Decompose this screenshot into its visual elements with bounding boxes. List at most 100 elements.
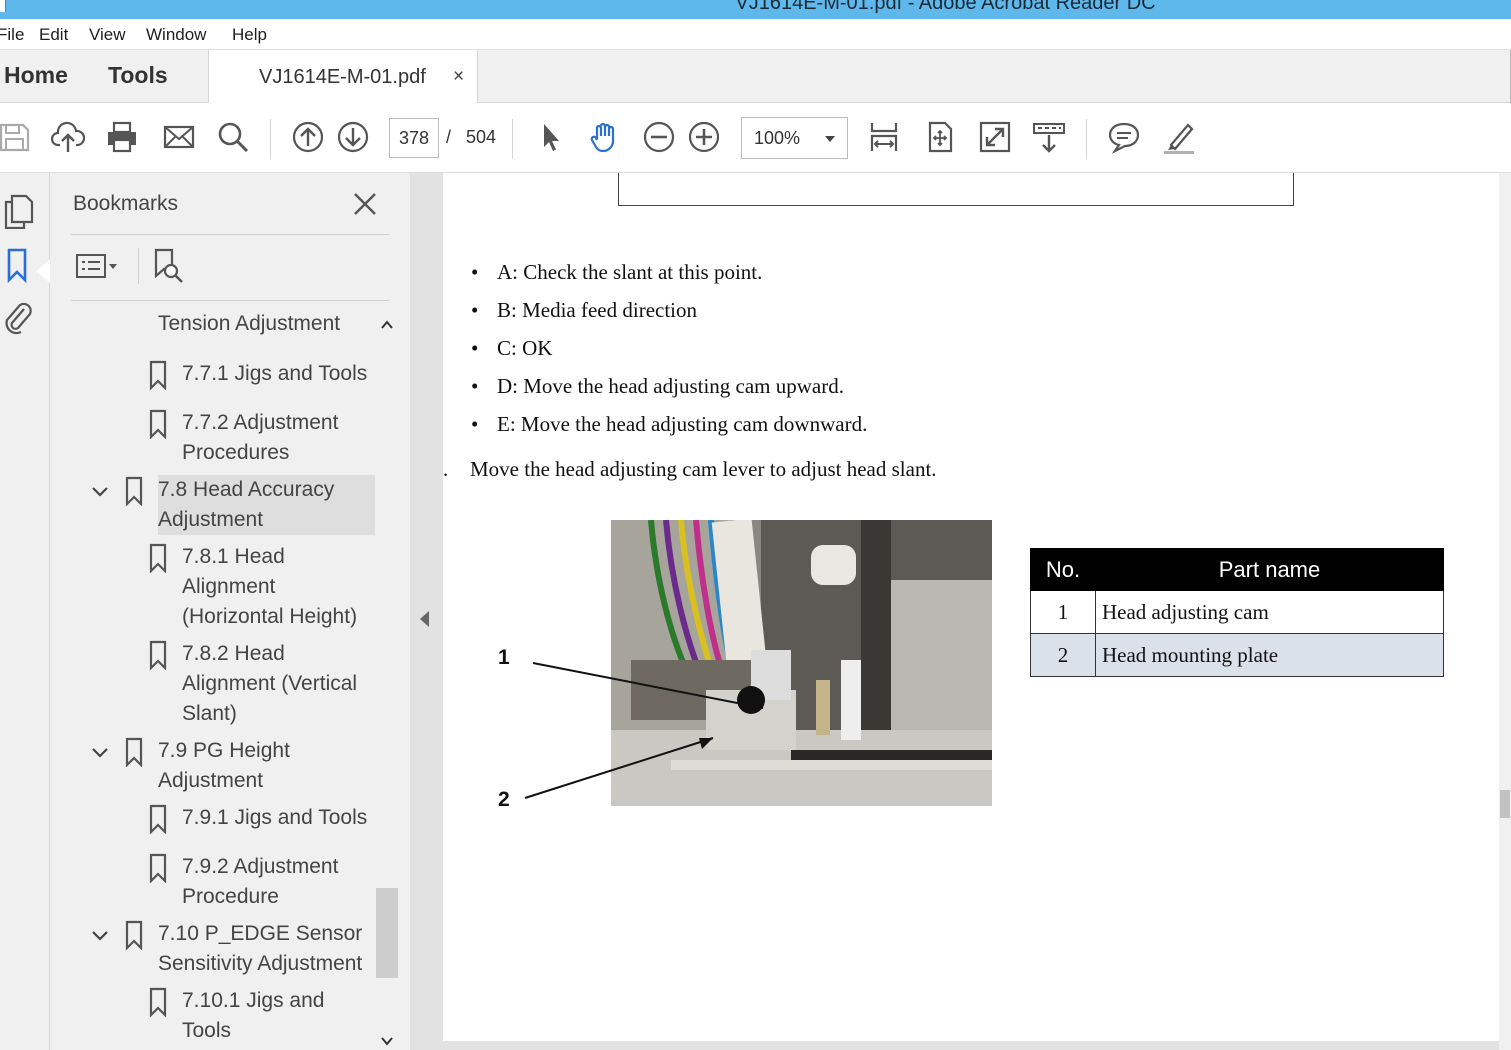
scroll-up-icon[interactable]: [381, 319, 393, 331]
zoom-value: 100%: [754, 128, 801, 148]
bookmark-panel-icon[interactable]: [2, 247, 34, 284]
bookmarks-header: Bookmarks: [73, 192, 179, 215]
bookmark-item[interactable]: 7.9.2 Adjustment Procedure: [182, 852, 338, 912]
table-row: 1 Head adjusting cam: [1030, 590, 1444, 634]
bookmark-icon: [149, 409, 167, 439]
zoom-in-icon[interactable]: [686, 119, 722, 155]
table-cell-part-name: Head mounting plate: [1095, 633, 1444, 677]
bookmark-options-icon[interactable]: [75, 251, 121, 281]
table-cell-part-name: Head adjusting cam: [1095, 590, 1444, 634]
bookmark-item[interactable]: 7.8 Head Accuracy Adjustment: [158, 475, 375, 535]
chevron-down-icon[interactable]: [90, 485, 110, 499]
bookmark-label-line: 7.8 Head Accuracy: [158, 478, 335, 501]
tab-bar: Home Tools VJ1614E-M-01.pdf ×: [0, 50, 1511, 104]
page-thumbnails-icon[interactable]: [2, 193, 34, 230]
step-marker: .: [443, 457, 449, 481]
list-item: • A: Check the slant at this point.: [471, 260, 763, 284]
scroll-down-icon[interactable]: [381, 1035, 393, 1047]
page-separator: /: [446, 127, 452, 147]
zoom-out-icon[interactable]: [641, 119, 677, 155]
bookmark-label-line: 7.7.1 Jigs and Tools: [182, 362, 368, 385]
tab-home[interactable]: Home: [4, 62, 68, 89]
table-cell-no: 2: [1030, 633, 1096, 677]
menu-file[interactable]: File: [0, 25, 24, 45]
callout-label: 2: [498, 788, 510, 811]
menu-bar: File Edit View Window Help: [0, 19, 1511, 50]
full-screen-icon[interactable]: [977, 119, 1013, 155]
save-icon[interactable]: [0, 119, 32, 155]
bookmark-item[interactable]: 7.9 PG Height Adjustment: [158, 736, 290, 796]
search-icon[interactable]: [215, 119, 251, 155]
attachment-icon[interactable]: [2, 299, 34, 335]
bookmark-label-line: (Horizontal Height): [182, 605, 358, 628]
callout-label: 1: [498, 646, 510, 669]
bookmark-label-line: 7.9.1 Jigs and Tools: [182, 806, 368, 829]
document-tab-label: VJ1614E-M-01.pdf: [259, 66, 426, 88]
menu-edit[interactable]: Edit: [39, 25, 68, 45]
step-text: Move the head adjusting cam lever to adj…: [470, 457, 937, 481]
active-panel-indicator: [36, 259, 50, 283]
highlight-pen-icon[interactable]: [1161, 119, 1197, 155]
scrollbar-thumb[interactable]: [1500, 790, 1510, 818]
list-item-text: E: Move the head adjusting cam downward.: [497, 412, 868, 436]
close-icon[interactable]: [350, 189, 380, 219]
scrollbar-thumb[interactable]: [376, 888, 398, 978]
bookmark-icon: [149, 360, 167, 390]
bookmark-icon: [125, 737, 143, 767]
scrolling-mode-icon[interactable]: [1031, 119, 1067, 155]
next-page-icon[interactable]: [335, 119, 371, 155]
page-total: 504: [466, 127, 497, 147]
hand-icon[interactable]: [587, 119, 623, 155]
tab-tools[interactable]: Tools: [108, 62, 168, 89]
prev-page-icon[interactable]: [290, 119, 326, 155]
menu-view[interactable]: View: [89, 25, 126, 45]
bookmark-label-line: Sensitivity Adjustment: [158, 952, 363, 975]
zoom-select[interactable]: 100%: [741, 117, 848, 159]
bookmark-item[interactable]: 7.7.2 Adjustment Procedures: [182, 408, 338, 468]
pdf-page: • A: Check the slant at this point. • B: M…: [443, 173, 1511, 1041]
bookmark-icon: [125, 920, 143, 950]
page-number-input[interactable]: 378: [389, 118, 439, 158]
email-icon[interactable]: [161, 119, 197, 155]
bookmark-label-line: Tools: [182, 1019, 232, 1042]
bookmark-item[interactable]: 7.10 P_EDGE Sensor Sensitivity Adjustment: [158, 919, 362, 979]
close-tab-icon[interactable]: ×: [453, 66, 464, 88]
document-tab[interactable]: VJ1614E-M-01.pdf ×: [208, 50, 478, 104]
bookmark-label-line: Reduction Belt: [158, 301, 340, 309]
print-icon[interactable]: [104, 119, 140, 155]
chevron-down-icon[interactable]: [90, 746, 110, 760]
bookmark-item[interactable]: 7.8.1 Head Alignment (Horizontal Height): [182, 542, 357, 632]
document-view[interactable]: • A: Check the slant at this point. • B: M…: [410, 173, 1511, 1050]
menu-window[interactable]: Window: [146, 25, 206, 45]
document-scrollbar[interactable]: [1499, 173, 1511, 1050]
select-cursor-icon[interactable]: [532, 119, 568, 155]
bookmark-scrollbar[interactable]: [375, 313, 399, 1050]
comment-icon[interactable]: [1106, 119, 1142, 155]
bookmark-item[interactable]: 7.8.2 Head Alignment (Vertical Slant): [182, 639, 357, 729]
chevron-down-icon[interactable]: [90, 929, 110, 943]
table-header-part-name: Part name: [1095, 548, 1444, 591]
fit-page-icon[interactable]: [922, 119, 958, 155]
find-bookmark-icon[interactable]: [151, 247, 187, 287]
page-gap: [443, 1041, 1511, 1050]
bookmark-item[interactable]: Reduction Belt Tension Adjustment: [158, 301, 340, 339]
callout-arrows: [524, 662, 764, 799]
divider: [71, 234, 389, 235]
divider: [138, 248, 139, 284]
fit-width-icon[interactable]: [866, 119, 902, 155]
bookmark-list: Reduction Belt Tension Adjustment 7.7.1 Ji…: [50, 301, 375, 1050]
window-title: VJ1614E-M-01.pdf - Adobe Acrobat Reader …: [735, 0, 1156, 14]
navigation-rail: [0, 173, 50, 1050]
bookmark-item[interactable]: 7.9.1 Jigs and Tools: [182, 803, 367, 833]
bookmark-label-line: 7.10 P_EDGE Sensor: [158, 922, 363, 945]
upload-icon[interactable]: [50, 119, 86, 155]
collapse-panel-icon[interactable]: [420, 611, 429, 627]
bookmark-label-line: Adjustment: [158, 769, 264, 792]
step-instruction: . Move the head adjusting cam lever to ad…: [443, 457, 937, 482]
list-item: • D: Move the head adjusting cam upward.: [471, 374, 844, 398]
menu-help[interactable]: Help: [232, 25, 267, 45]
bookmark-label-line: 7.7.2 Adjustment: [182, 411, 339, 434]
bookmark-item[interactable]: 7.10.1 Jigs and Tools: [182, 986, 324, 1046]
bookmark-item[interactable]: 7.7.1 Jigs and Tools: [182, 359, 367, 389]
list-item-text: A: Check the slant at this point.: [497, 260, 763, 284]
